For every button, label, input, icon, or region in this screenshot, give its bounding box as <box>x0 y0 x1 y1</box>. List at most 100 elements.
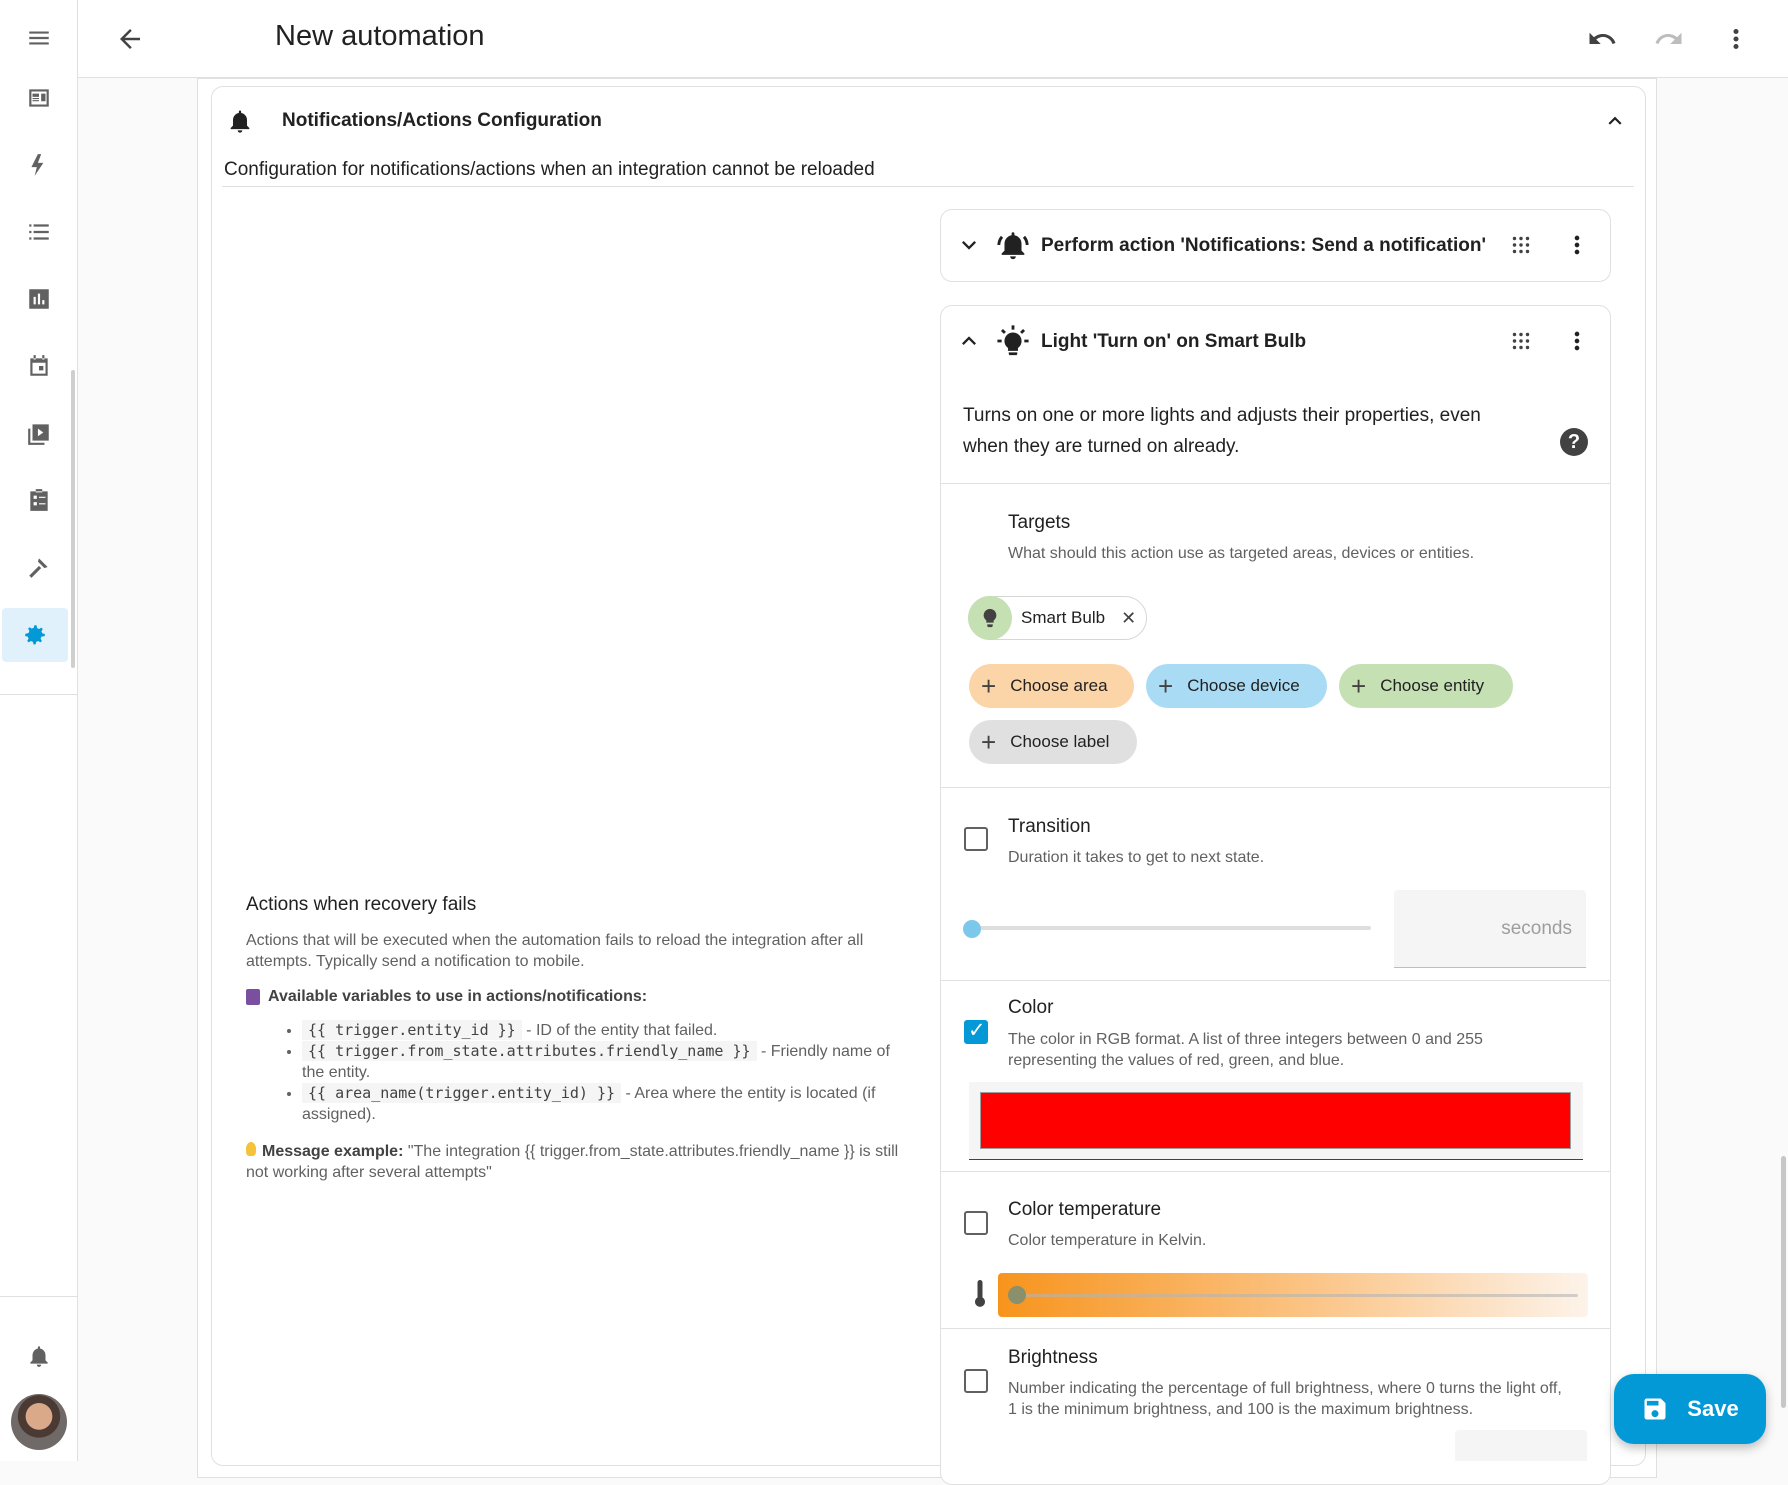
close-icon[interactable]: ✕ <box>1121 608 1136 629</box>
chevron-up-icon <box>962 336 976 345</box>
media-icon <box>28 424 49 445</box>
target-chip-smart-bulb[interactable]: Smart Bulb ✕ <box>968 596 1147 640</box>
recovery-fails-title: Actions when recovery fails <box>246 894 477 915</box>
divider <box>940 483 1610 484</box>
save-button[interactable]: Save <box>1614 1374 1766 1444</box>
sidebar-item-media[interactable] <box>0 405 78 461</box>
todo-icon <box>30 489 48 511</box>
history-icon <box>29 289 49 309</box>
color-temperature-description: Color temperature in Kelvin. <box>1008 1232 1207 1249</box>
brightness-description: Number indicating the percentage of full… <box>1008 1380 1562 1418</box>
chevron-down-icon <box>962 241 976 250</box>
transition-slider-handle[interactable] <box>963 920 981 938</box>
floppy-disk-icon <box>1644 1398 1666 1420</box>
color-temperature-title: Color temperature <box>1008 1199 1162 1220</box>
transition-description: Duration it takes to get to next state. <box>1008 849 1265 866</box>
color-swatch[interactable] <box>980 1092 1571 1149</box>
avatar[interactable] <box>11 1394 67 1450</box>
divider <box>940 980 1610 981</box>
drag-icon <box>1512 332 1530 350</box>
back-arrow-icon <box>120 29 140 49</box>
drag-icon <box>1512 236 1530 254</box>
choose-label-button[interactable]: + Choose label <box>969 720 1137 764</box>
sidebar-item-developer-tools[interactable] <box>0 539 78 595</box>
collapse-section-button[interactable] <box>1602 108 1628 134</box>
brightness-checkbox[interactable] <box>964 1369 988 1393</box>
targets-description: What should this action use as targeted … <box>1008 545 1475 562</box>
color-temperature-handle[interactable] <box>1008 1286 1026 1304</box>
color-checkbox[interactable] <box>964 1018 988 1044</box>
action-menu-button[interactable] <box>1563 231 1591 259</box>
choose-device-button[interactable]: + Choose device <box>1146 664 1327 708</box>
page-title: New automation <box>275 20 485 52</box>
menu-button[interactable] <box>0 10 78 66</box>
sidebar-item-history[interactable] <box>0 271 78 327</box>
back-button[interactable] <box>113 22 147 56</box>
sidebar-item-todo[interactable] <box>0 472 78 528</box>
calendar-icon <box>30 355 48 376</box>
variables-list: {{ trigger.entity_id }} - ID of the enti… <box>246 1020 912 1125</box>
drag-handle[interactable] <box>1508 328 1534 354</box>
plus-icon: + <box>981 726 997 757</box>
divider <box>940 787 1610 788</box>
action-title-notify: Perform action 'Notifications: Send a no… <box>1041 235 1487 256</box>
sidebar <box>0 0 78 1461</box>
sidebar-item-energy[interactable] <box>0 137 78 193</box>
transition-checkbox[interactable] <box>964 827 988 851</box>
transition-slider[interactable] <box>975 926 1371 930</box>
transition-seconds-input[interactable]: seconds <box>1394 890 1586 968</box>
message-example: Message example: "The integration {{ tri… <box>246 1142 899 1181</box>
color-title: Color <box>1008 997 1054 1018</box>
bell-icon <box>226 106 254 136</box>
choose-area-button[interactable]: + Choose area <box>969 664 1134 708</box>
redo-icon <box>1655 32 1682 44</box>
sidebar-item-logbook[interactable] <box>0 204 78 260</box>
developer-tools-icon <box>29 558 48 578</box>
section-divider <box>222 186 1634 187</box>
plus-icon: + <box>981 670 997 701</box>
drag-handle[interactable] <box>1508 232 1534 258</box>
header: New automation <box>78 0 1788 78</box>
abacus-icon <box>246 989 260 1005</box>
color-description: The color in RGB format. A list of three… <box>1008 1031 1483 1069</box>
sidebar-item-settings[interactable] <box>2 608 68 662</box>
expand-action-button[interactable] <box>955 231 983 259</box>
brightness-input[interactable] <box>1455 1430 1587 1461</box>
undo-button[interactable] <box>1585 22 1619 56</box>
more-options-button[interactable] <box>1719 22 1753 56</box>
sidebar-item-overview[interactable] <box>0 70 78 126</box>
list-item: {{ area_name(trigger.entity_id) }} - Are… <box>302 1083 912 1125</box>
bell-icon <box>30 1346 48 1367</box>
plus-icon: + <box>1351 670 1367 701</box>
main-scrollbar[interactable] <box>1776 78 1788 1461</box>
more-vert-icon <box>1733 29 1739 49</box>
more-vert-icon <box>1574 331 1580 351</box>
more-vert-icon <box>1574 235 1580 255</box>
section-title: Notifications/Actions Configuration <box>282 110 602 131</box>
overview-icon <box>29 89 49 107</box>
sidebar-item-calendar[interactable] <box>0 338 78 394</box>
plus-icon: + <box>1158 670 1174 701</box>
variables-heading: Available variables to use in actions/no… <box>246 988 912 1006</box>
help-icon[interactable]: ? <box>1560 428 1588 456</box>
notifications-button[interactable] <box>0 1328 78 1384</box>
settings-icon <box>25 625 45 645</box>
thermometer-icon <box>970 1280 990 1310</box>
logbook-icon <box>29 224 49 240</box>
lightbulb-icon <box>968 596 1012 640</box>
recovery-fails-text: Actions that will be executed when the a… <box>246 932 864 970</box>
targets-title: Targets <box>1008 512 1071 533</box>
action-title-light: Light 'Turn on' on Smart Bulb <box>1041 331 1307 352</box>
bell-ring-icon <box>996 228 1030 262</box>
sidebar-divider <box>0 694 78 695</box>
recovery-fails-description: Actions when recovery fails Actions that… <box>246 894 912 1183</box>
chevron-up-icon <box>1608 116 1622 125</box>
sidebar-scrollbar[interactable] <box>71 370 75 668</box>
action-menu-button[interactable] <box>1563 327 1591 355</box>
energy-icon <box>31 154 44 176</box>
lightbulb-on-icon <box>996 324 1030 358</box>
choose-entity-button[interactable]: + Choose entity <box>1339 664 1513 708</box>
color-temperature-checkbox[interactable] <box>964 1211 988 1235</box>
collapse-action-button[interactable] <box>955 327 983 355</box>
redo-button[interactable] <box>1652 22 1686 56</box>
